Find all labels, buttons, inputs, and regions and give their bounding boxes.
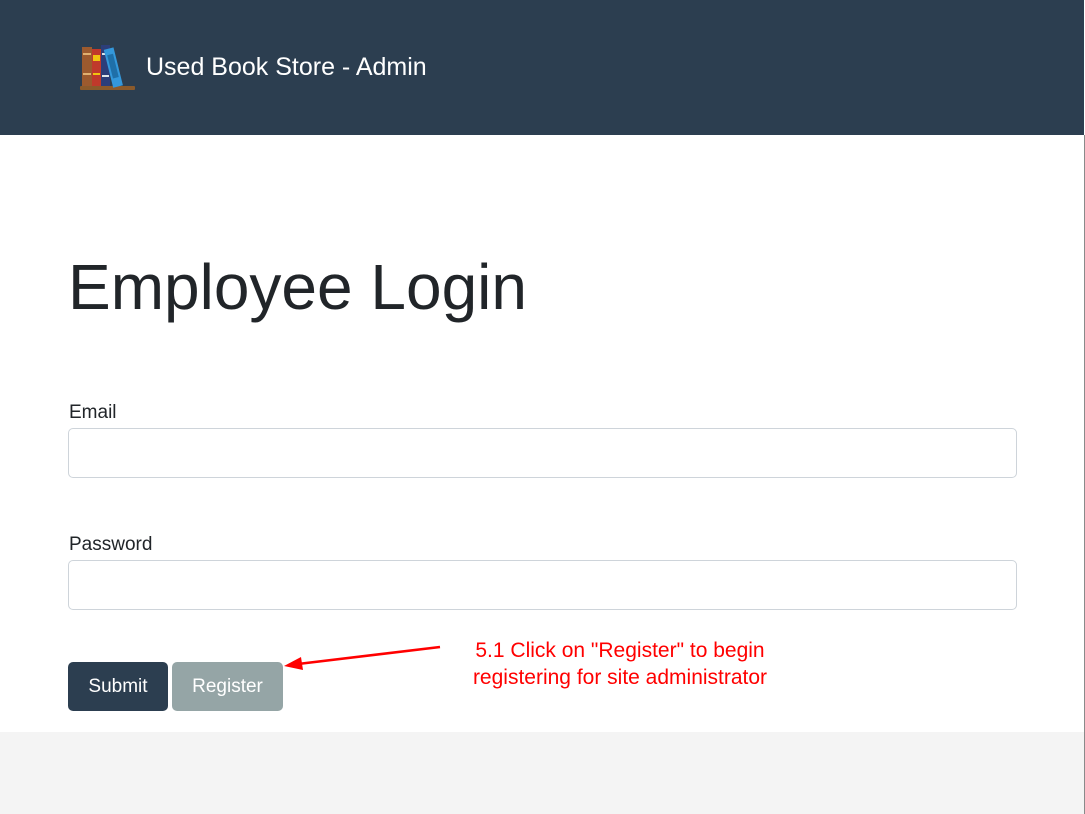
- annotation-callout: 5.1 Click on "Register" to begin registe…: [440, 637, 800, 691]
- password-field[interactable]: [68, 560, 1017, 610]
- page-title: Employee Login: [68, 251, 527, 323]
- navbar-brand[interactable]: Used Book Store - Admin: [80, 43, 427, 91]
- annotation-line-1: 5.1 Click on "Register" to begin: [475, 639, 765, 662]
- brand-title: Used Book Store - Admin: [146, 52, 427, 81]
- register-button[interactable]: Register: [172, 662, 283, 711]
- annotation-line-2: registering for site administrator: [472, 666, 768, 689]
- footer-area: [0, 732, 1084, 814]
- books-icon: [80, 45, 135, 90]
- submit-button[interactable]: Submit: [68, 662, 168, 711]
- email-field[interactable]: [68, 428, 1017, 478]
- password-label: Password: [69, 534, 153, 555]
- email-label: Email: [69, 402, 117, 423]
- top-navbar: Used Book Store - Admin: [0, 0, 1084, 135]
